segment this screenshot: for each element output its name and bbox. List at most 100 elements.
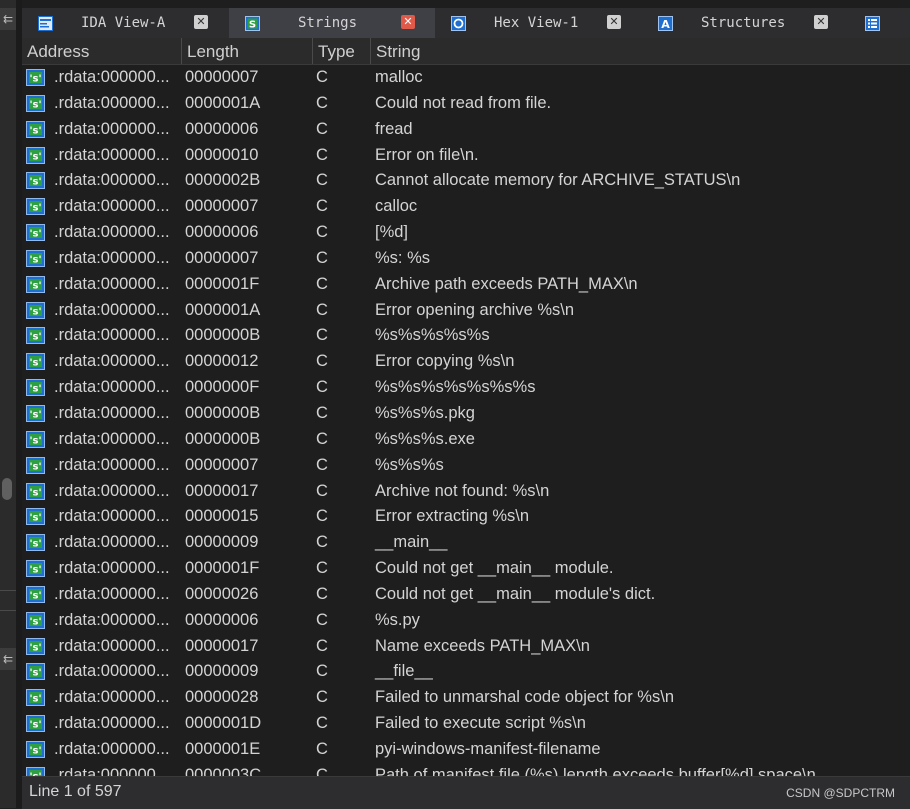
string-icon: 's' [26,249,45,267]
table-row[interactable]: 's' .rdata:000000... 00000006 C [%d] [22,220,910,246]
svg-text:'s': 's' [29,745,41,756]
length-cell: 00000007 [185,455,259,474]
svg-text:'s': 's' [29,203,41,214]
table-header: Address Length Type String [22,38,910,65]
svg-text:'s': 's' [29,642,41,653]
tab-ida-view-a[interactable]: IDA View-A ✕ [22,8,229,38]
column-header-address[interactable]: Address [22,38,182,64]
type-cell: C [316,145,328,164]
strings-table: Address Length Type String 's' .rdata:000… [22,38,910,776]
tab-label: Hex View-1 [494,15,579,31]
address-cell: .rdata:000000... [54,352,170,371]
table-row[interactable]: 's' .rdata:000000... 00000017 C Name exceeds… [22,634,910,660]
table-row[interactable]: 's' .rdata:000000... 0000001D C Failed to ex… [22,711,910,737]
tab-enums[interactable] [849,8,910,38]
table-row[interactable]: 's' .rdata:000000... 0000001E Cpyi-windows-… [22,737,910,763]
length-cell: 00000028 [185,688,259,707]
string-cell: Could not get __main__ module's dict. [375,584,656,603]
status-bar: Line 1 of 597 CSDN @SDPCTRM [22,776,910,809]
column-header-type[interactable]: Type [313,38,371,64]
column-header-string[interactable]: String [371,38,910,64]
table-row[interactable]: 's' .rdata:000000... 0000000B C %s%s%s.pkg [22,401,910,427]
table-row[interactable]: 's' .rdata:000000... 00000009 C __main__ [22,530,910,556]
address-cell: .rdata:000000... [54,610,170,629]
svg-text:'s': 's' [29,409,41,420]
tab-structures[interactable]: A Structures ✕ [642,8,849,38]
table-row[interactable]: 's' .rdata:000000... 00000015 C Error extrac… [22,504,910,530]
table-row[interactable]: 's' .rdata:000000... 0000001A C Could not re… [22,91,910,117]
svg-text:'s': 's' [29,435,41,446]
table-row[interactable]: 's' .rdata:000000... 00000007 Ccalloc [22,194,910,220]
type-cell: C [316,429,328,448]
address-cell: .rdata:000000... [54,248,170,267]
table-row[interactable]: 's' .rdata:000000... 00000006 C %s.py [22,608,910,634]
table-row[interactable]: 's' .rdata:000000... 00000007 C %s%s%s [22,453,910,479]
close-icon[interactable]: ✕ [194,15,208,29]
string-cell: %s%s%s%s%s%s%s [375,378,536,397]
svg-text:'s': 's' [29,332,41,343]
table-row[interactable]: 's' .rdata:000000... 00000012 C Error copyin… [22,349,910,375]
divider [0,590,16,591]
type-cell: C [316,455,328,474]
svg-text:'s': 's' [29,306,41,317]
string-icon: 's' [26,224,45,242]
svg-text:'s': 's' [29,74,41,85]
table-row[interactable]: 's' .rdata:000000... 00000028 C Failed to un… [22,685,910,711]
address-cell: .rdata:000000... [54,429,170,448]
svg-text:'s': 's' [29,384,41,395]
string-icon: 's' [26,379,45,397]
table-row[interactable]: 's' .rdata:000000... 0000000B C %s%s%s.exe [22,427,910,453]
address-cell: .rdata:000000... [54,93,170,112]
address-cell: .rdata:000000... [54,739,170,758]
type-cell: C [316,662,328,681]
string-cell: %s: %s [375,248,431,267]
string-cell: Error on file\n. [375,145,479,164]
length-cell: 00000007 [185,248,259,267]
table-row[interactable]: 's' .rdata:000000... 00000010 C Error on fil… [22,143,910,169]
table-row[interactable]: 's' .rdata:000000... 0000001F C Archive path… [22,272,910,298]
column-header-length[interactable]: Length [182,38,313,64]
string-icon: 's' [26,198,45,216]
string-cell: Archive not found: %s\n [375,481,550,500]
string-icon: 's' [26,301,45,319]
close-icon[interactable]: ✕ [607,15,621,29]
string-cell: Could not read from file. [375,93,552,112]
length-cell: 00000010 [185,145,259,164]
type-cell: C [316,248,328,267]
table-row[interactable]: 's' .rdata:000000... 00000026 C Could not ge… [22,582,910,608]
table-row[interactable]: 's' .rdata:000000... 0000001A C Error openin… [22,298,910,324]
table-row[interactable]: 's' .rdata:000000... 0000003C C Path of mani… [22,763,910,776]
tab-strings[interactable]: S Strings ✕ [229,8,435,38]
table-row[interactable]: 's' .rdata:000000... 0000002B C Cannot alloc… [22,168,910,194]
collapse-panel-button-2[interactable]: ⇇ [0,648,16,670]
table-body: 's' .rdata:000000... 00000007 Cmalloc 's' .rd… [22,65,910,776]
close-icon[interactable]: ✕ [814,15,828,29]
table-row[interactable]: 's' .rdata:000000... 00000009 C __file__ [22,659,910,685]
string-cell: fread [375,119,413,138]
table-row[interactable]: 's' .rdata:000000... 0000000F C %s%s%s%s%s%s… [22,375,910,401]
table-row[interactable]: 's' .rdata:000000... 00000017 C Archive not … [22,479,910,505]
address-cell: .rdata:000000... [54,662,170,681]
type-cell: C [316,223,328,242]
string-cell: Error opening archive %s\n [375,300,575,319]
length-cell: 00000006 [185,119,259,138]
address-cell: .rdata:000000... [54,636,170,655]
string-icon: 's' [26,94,45,112]
svg-text:'s': 's' [29,487,41,498]
string-cell: %s%s%s.pkg [375,403,475,422]
string-cell: %s.py [375,610,420,629]
string-icon: 's' [26,404,45,422]
string-cell: [%d] [375,223,409,242]
string-cell: %s%s%s%s%s [375,326,490,345]
table-row[interactable]: 's' .rdata:000000... 0000000B C %s%s%s%s%s [22,323,910,349]
table-row[interactable]: 's' .rdata:000000... 00000006 Cfread [22,117,910,143]
close-icon[interactable]: ✕ [401,15,415,29]
collapse-panel-button[interactable]: ⇇ [0,8,16,30]
table-row[interactable]: 's' .rdata:000000... 00000007 Cmalloc [22,65,910,91]
splitter-handle[interactable] [2,478,12,500]
table-row[interactable]: 's' .rdata:000000... 00000007 C %s: %s [22,246,910,272]
table-row[interactable]: 's' .rdata:000000... 0000001F C Could not ge… [22,556,910,582]
ida-view-icon [38,15,53,31]
tab-hex-view-1[interactable]: Hex View-1 ✕ [435,8,642,38]
string-icon: 's' [26,430,45,448]
